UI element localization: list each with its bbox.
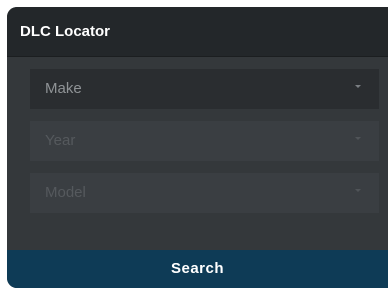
widget-header: DLC Locator bbox=[7, 7, 388, 57]
search-button-label: Search bbox=[170, 260, 225, 277]
chevron-down-icon bbox=[355, 189, 361, 192]
model-select[interactable]: Model bbox=[30, 173, 379, 213]
model-select-label: Model bbox=[45, 184, 86, 201]
year-select[interactable]: Year bbox=[30, 121, 379, 161]
make-select-label: Make bbox=[45, 80, 82, 97]
chevron-down-icon bbox=[355, 137, 361, 140]
make-select[interactable]: Make bbox=[30, 69, 379, 109]
vehicle-selector-form: Make Year Model bbox=[7, 57, 388, 249]
year-select-label: Year bbox=[45, 132, 76, 149]
widget-title: DLC Locator bbox=[20, 23, 110, 40]
search-button[interactable]: Search bbox=[7, 250, 388, 288]
dlc-locator-widget: DLC Locator Make Year Model Search bbox=[7, 7, 388, 288]
chevron-down-icon bbox=[355, 85, 361, 88]
